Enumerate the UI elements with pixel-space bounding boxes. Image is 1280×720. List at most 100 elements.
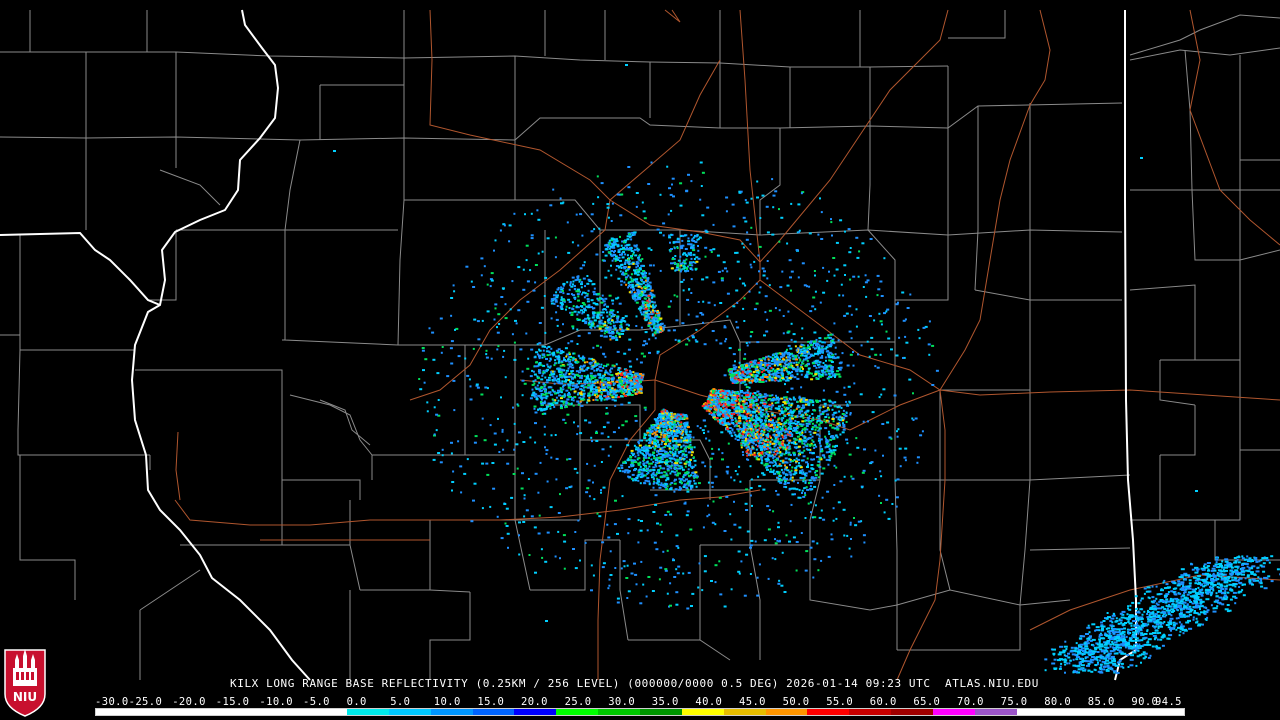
echo-pixel (587, 399, 591, 402)
echo-pixel (801, 492, 803, 494)
echo-pixel (815, 401, 819, 403)
echo-pixel (601, 380, 604, 382)
echo-pixel (836, 406, 840, 409)
echo-pixel (612, 393, 616, 396)
echo-pixel (774, 407, 778, 410)
echo-pixel (880, 502, 882, 504)
echo-pixel (617, 296, 620, 299)
echo-pixel (674, 338, 677, 341)
echo-pixel (808, 479, 812, 482)
echo-pixel (786, 469, 790, 472)
echo-pixel (835, 241, 839, 244)
echo-pixel (843, 264, 847, 267)
radar-map[interactable]: NIU (0, 0, 1280, 720)
echo-pixel (770, 377, 774, 380)
echo-pixel (802, 347, 806, 350)
echo-pixel (656, 325, 660, 328)
echo-pixel (784, 415, 787, 418)
echo-pixel (570, 402, 573, 405)
echo-pixel (853, 382, 856, 385)
echo-pixel (567, 367, 570, 370)
echo-pixel (758, 358, 761, 361)
echo-pixel (743, 369, 746, 372)
echo-pixel (643, 355, 646, 358)
echo-pixel (831, 234, 833, 237)
echo-pixel (744, 371, 747, 374)
echo-pixel (523, 497, 526, 500)
echo-pixel (549, 506, 553, 509)
echo-pixel (603, 364, 605, 367)
echo-pixel (636, 273, 640, 276)
echo-pixel (630, 572, 634, 575)
echo-pixel (811, 418, 814, 421)
echo-pixel (707, 504, 709, 507)
echo-pixel (855, 437, 858, 440)
echo-pixel (813, 331, 817, 334)
echo-pixel (557, 399, 560, 402)
echo-pixel (842, 294, 845, 297)
echo-pixel (560, 202, 562, 205)
echo-pixel (598, 515, 602, 518)
echo-pixel (504, 303, 507, 306)
echo-pixel (423, 381, 426, 384)
echo-pixel (842, 423, 846, 426)
echo-pixel (601, 541, 605, 544)
echo-pixel (666, 592, 669, 595)
echo-pixel (605, 383, 608, 386)
echo-pixel (836, 422, 840, 425)
echo-pixel (726, 417, 730, 420)
echo-pixel (613, 399, 617, 402)
echo-pixel (795, 361, 798, 364)
echo-pixel (589, 374, 593, 377)
echo-pixel (660, 328, 662, 330)
echo-pixel (554, 402, 558, 405)
echo-pixel (821, 341, 825, 344)
echo-pixel (570, 340, 574, 343)
echo-pixel (927, 343, 931, 346)
echo-pixel (873, 319, 876, 322)
echo-pixel (533, 405, 537, 408)
echo-pixel (483, 265, 486, 268)
echo-pixel (784, 464, 786, 467)
echo-pixel (760, 415, 764, 418)
echo-pixel (618, 302, 622, 305)
echo-pixel (637, 285, 641, 288)
echo-pixel (899, 465, 902, 468)
echo-pixel (563, 567, 566, 570)
echo-pixel (565, 487, 569, 490)
echo-pixel (760, 462, 763, 464)
echo-pixel (833, 453, 836, 456)
echo-pixel (540, 378, 544, 381)
echo-pixel (876, 294, 879, 297)
echo-pixel (602, 251, 605, 253)
echo-pixel (760, 457, 763, 459)
echo-pixel (812, 362, 816, 365)
echo-pixel (751, 379, 754, 382)
echo-pixel (776, 367, 780, 370)
echo-pixel (790, 503, 793, 506)
echo-pixel (770, 362, 774, 365)
echo-pixel (719, 390, 722, 393)
echo-pixel (620, 567, 623, 570)
echo-pixel (891, 503, 894, 505)
echo-pixel (791, 493, 795, 496)
echo-pixel (571, 377, 574, 380)
echo-pixel (503, 503, 507, 505)
echo-pixel (817, 233, 820, 236)
echo-pixel (776, 493, 780, 496)
echo-pixel (650, 289, 654, 292)
echo-pixel (725, 406, 728, 409)
echo-pixel (836, 428, 840, 431)
echo-pixel (811, 422, 814, 425)
echo-pixel (831, 418, 835, 420)
echo-pixel (814, 373, 818, 376)
echo-pixel (537, 394, 541, 397)
echo-pixel (726, 465, 730, 468)
echo-pixel (796, 422, 799, 425)
echo-pixel (619, 235, 621, 238)
echo-pixel (646, 279, 649, 282)
echo-pixel (804, 358, 807, 361)
echo-pixel (555, 318, 559, 321)
echo-pixel (644, 294, 648, 297)
echo-pixel (810, 340, 813, 343)
